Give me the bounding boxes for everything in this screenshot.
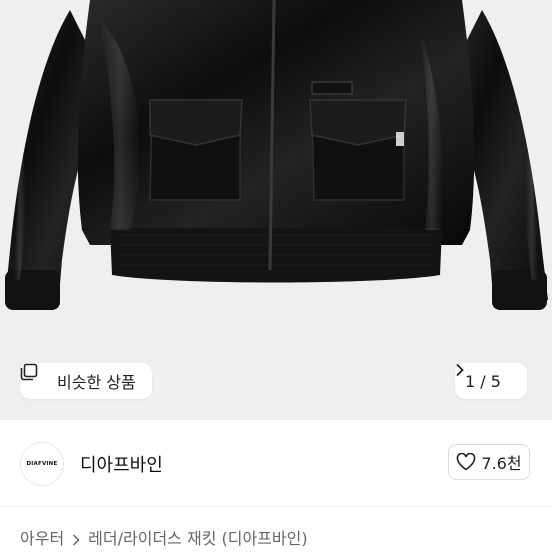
product-image-jacket: [5, 0, 548, 310]
like-button[interactable]: 7.6천: [448, 444, 530, 480]
image-counter: 1 / 5: [465, 371, 501, 391]
like-count: 7.6천: [481, 454, 522, 473]
similar-items-label: 비슷한 상품: [57, 373, 136, 392]
breadcrumb-subcategory[interactable]: 레더/라이더스 재킷 (디아프바인): [88, 525, 307, 549]
breadcrumb: 아우터 레더/라이더스 재킷 (디아프바인): [20, 525, 308, 549]
seller-logo-text: DIAFVINE: [26, 461, 58, 467]
chevron-right-icon: [456, 363, 517, 388]
image-counter-button[interactable]: 1 / 5: [455, 363, 527, 399]
heart-icon: [456, 452, 476, 471]
chevron-right-icon: [72, 531, 80, 546]
divider: [0, 506, 552, 507]
seller-logo[interactable]: DIAFVINE: [20, 442, 64, 486]
product-image-gallery[interactable]: 비슷한 상품 1 / 5: [0, 0, 552, 420]
seller-row[interactable]: DIAFVINE 디아프바인 7.6천: [0, 420, 552, 506]
breadcrumb-category[interactable]: 아우터: [20, 525, 64, 549]
similar-items-button[interactable]: 비슷한 상품: [20, 363, 152, 399]
seller-name[interactable]: 디아프바인: [80, 451, 163, 477]
copy-icon: [20, 363, 50, 390]
